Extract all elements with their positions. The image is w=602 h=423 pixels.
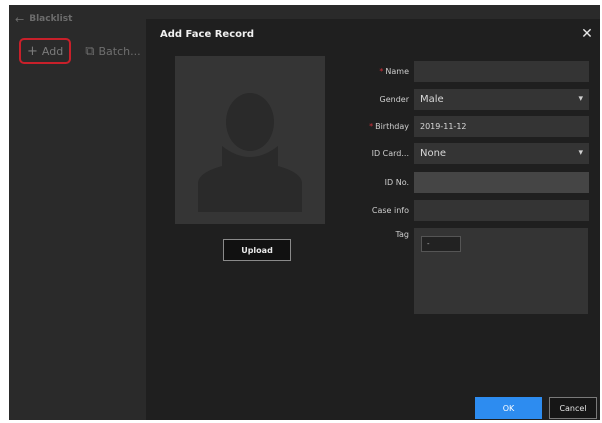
idno-input[interactable]: [414, 172, 589, 193]
idno-label: ID No.: [384, 178, 409, 187]
add-button[interactable]: + Add: [19, 38, 72, 64]
tag-chip[interactable]: -: [421, 236, 461, 252]
app-window: ← Blacklist + Add ⧉ Batch... Add Face Re…: [9, 5, 600, 420]
gender-select[interactable]: Male ▾: [414, 89, 589, 110]
close-icon[interactable]: ✕: [578, 25, 596, 43]
page-header: ← Blacklist: [9, 5, 153, 33]
add-button-label: Add: [41, 44, 64, 58]
gender-label: Gender: [379, 95, 409, 104]
tag-label: Tag: [395, 230, 409, 239]
tag-box[interactable]: -: [414, 228, 588, 314]
batch-copy-icon: ⧉: [85, 43, 95, 59]
page-title: Blacklist: [29, 14, 73, 24]
name-label: * Name: [379, 67, 409, 76]
idcard-label: ID Card...: [371, 149, 409, 158]
toolbar: + Add ⧉ Batch...: [19, 38, 145, 64]
required-marker: *: [379, 67, 384, 76]
ok-button[interactable]: OK: [475, 397, 542, 419]
person-silhouette-icon: [198, 93, 302, 212]
batch-button-label: Batch...: [98, 44, 141, 58]
idcard-select[interactable]: None ▾: [414, 143, 589, 164]
add-face-record-dialog: Add Face Record ✕ Upload * Name Gender Ma…: [146, 19, 600, 420]
required-marker: *: [369, 122, 374, 131]
back-arrow-icon[interactable]: ←: [15, 13, 24, 26]
plus-icon: +: [27, 43, 38, 59]
caseinfo-label: Case info: [371, 206, 409, 215]
chevron-down-icon: ▾: [578, 94, 583, 104]
chevron-down-icon: ▾: [578, 148, 583, 158]
gender-value: Male: [420, 94, 444, 105]
birthday-input[interactable]: 2019-11-12: [414, 116, 589, 137]
dialog-title: Add Face Record: [160, 29, 255, 40]
batch-button[interactable]: ⧉ Batch...: [81, 40, 144, 62]
upload-button[interactable]: Upload: [223, 239, 291, 261]
idcard-value: None: [420, 148, 447, 159]
birthday-label: * Birthday: [369, 122, 409, 131]
face-photo-placeholder: [175, 56, 325, 224]
name-input[interactable]: [414, 61, 589, 82]
caseinfo-input[interactable]: [414, 200, 589, 221]
cancel-button[interactable]: Cancel: [549, 397, 597, 419]
